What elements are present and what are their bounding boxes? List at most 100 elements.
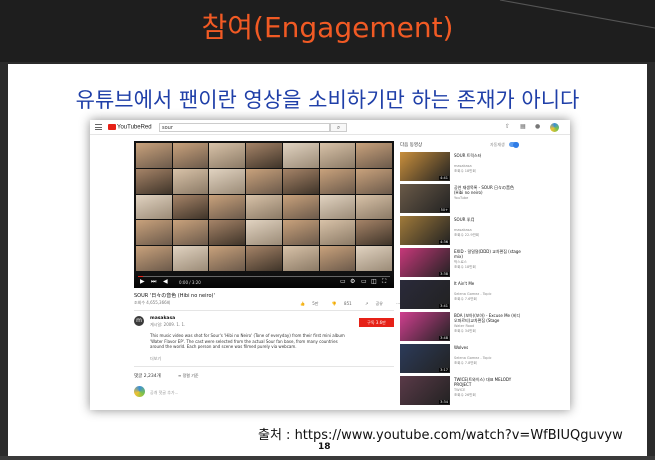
sort-comments-button[interactable]: ≡ 정렬 기준 — [178, 373, 199, 379]
recommended-meta: 박스로스 조회수 18만회 — [454, 260, 524, 269]
autoplay-label: 자동재생 — [490, 142, 505, 147]
youtube-logo[interactable]: YouTubeRed — [108, 124, 152, 132]
recommended-meta: Selena Gomez - Topic 조회수 7.6만회 — [454, 292, 524, 301]
like-button[interactable]: 👍 5만 — [300, 301, 325, 306]
video-thumbnail[interactable]: 3:41 — [400, 280, 450, 309]
like-count: 5만 — [312, 301, 319, 306]
video-duration: 3:41 — [439, 304, 449, 308]
recommended-video[interactable]: 3:48 BOA (보아)(보아) - Excuse Me (비디오파르티)교차편… — [400, 312, 560, 343]
video-thumbnail[interactable]: 50+ — [400, 184, 450, 213]
recommended-title[interactable]: It Ain't Me — [454, 281, 522, 286]
video-actions: 👍 5만 👎 851 ↗ 공유 ··· — [300, 301, 406, 307]
video-duration: 3:17 — [439, 368, 449, 372]
notification-bell-icon[interactable]: ● — [535, 124, 541, 130]
progress-bar[interactable] — [138, 276, 390, 277]
recommended-views: 조회수 18만회 — [454, 168, 476, 173]
comment-count: 댓글 2,234개 — [134, 374, 161, 379]
video-duration: 4:36 — [439, 240, 449, 244]
publish-date: 게시일: 2009. 1. 1. — [150, 322, 186, 327]
channel-name[interactable]: masakasa — [150, 316, 175, 321]
recommended-title[interactable]: EXID - 덜덜덜(DDD) 교차편집 (stage mix) — [454, 249, 522, 259]
slide-subtitle: 유튜브에서 팬이란 영상을 소비하기만 하는 존재가 아니다 — [75, 88, 580, 112]
video-thumbnail[interactable]: 3:34 — [400, 376, 450, 405]
dislike-count: 851 — [344, 301, 352, 306]
share-label: 공유 — [375, 301, 383, 306]
autoplay-toggle[interactable] — [509, 141, 519, 148]
video-thumbnail[interactable]: 3:48 — [400, 312, 450, 341]
youtube-logo-text: YouTubeRed — [117, 124, 152, 131]
recommended-title[interactable]: SOUR 트릭스터 — [454, 153, 522, 158]
recommended-views: 조회수 34만회 — [454, 328, 476, 333]
recommended-views: 조회수 18만회 — [454, 264, 476, 269]
video-duration: 3:34 — [439, 400, 449, 404]
recommended-video[interactable]: 4:36 SOUR 半月 masakasa 조회수 22.9만회 — [400, 216, 560, 247]
search-icon[interactable]: ⌕ — [330, 123, 347, 132]
video-thumbnail[interactable]: 4:36 — [400, 216, 450, 245]
recommended-title[interactable]: 공연 재생목록 - SOUR 日々の音色 (Hibi no neiro) — [454, 185, 522, 195]
apps-icon[interactable]: ▦ — [520, 124, 526, 130]
thumbs-up-icon: 👍 — [300, 301, 305, 306]
recommended-meta: YouTube — [454, 196, 524, 201]
recommended-meta: masakasa 조회수 18만회 — [454, 164, 524, 173]
video-frame-webcam-grid — [136, 143, 392, 271]
channel-avatar[interactable]: m — [134, 316, 144, 326]
video-duration: 3:48 — [439, 336, 449, 340]
video-thumbnail[interactable]: 3:17 — [400, 344, 450, 373]
recommended-views: 조회수 26만회 — [454, 392, 476, 397]
video-player[interactable]: ▶ ⏭ ◀ 0:00 / 3:20 ▭ ⚙ ▭ ◫ ⛶ — [134, 141, 394, 288]
recommended-views: 조회수 22.9만회 — [454, 232, 480, 237]
cast-icon[interactable]: ◫ — [371, 279, 377, 285]
recommended-video[interactable]: 50+ 공연 재생목록 - SOUR 日々の音色 (Hibi no neiro) Y… — [400, 184, 560, 215]
view-count: 조회수 4,655,366회 — [134, 300, 171, 305]
slide-body: 유튜브에서 팬이란 영상을 소비하기만 하는 존재가 아니다 YouTubeRe… — [8, 64, 647, 456]
recommended-video[interactable]: 3:38 EXID - 덜덜덜(DDD) 교차편집 (stage mix) 박스로스… — [400, 248, 560, 279]
recommended-meta: masakasa 조회수 22.9만회 — [454, 228, 524, 237]
theater-mode-icon[interactable]: ▭ — [361, 279, 367, 285]
video-duration: 50+ — [439, 208, 449, 212]
commenter-avatar — [134, 386, 145, 397]
recommended-video[interactable]: 3:34 TWICE(트와이스) 대표 MELODY PROJECT TWICE 조회… — [400, 376, 560, 407]
recommended-title[interactable]: Wolves — [454, 345, 522, 350]
video-title: SOUR '日々の音色 (Hibi no neiro)' — [134, 293, 215, 299]
recommended-video[interactable]: 3:41 It Ain't Me Selena Gomez - Topic 조회수 7… — [400, 280, 560, 311]
recommended-title[interactable]: SOUR 半月 — [454, 217, 522, 222]
recommended-video[interactable]: 4:41 SOUR 트릭스터 masakasa 조회수 18만회 — [400, 152, 560, 183]
video-duration: 3:38 — [439, 272, 449, 276]
upload-icon[interactable]: ⇧ — [505, 124, 511, 130]
next-icon[interactable]: ⏭ — [151, 279, 156, 285]
progress-fill — [138, 276, 144, 277]
hamburger-menu-icon[interactable] — [95, 124, 102, 130]
show-more-link[interactable]: 더보기 — [150, 356, 161, 362]
search-input[interactable]: sour — [159, 123, 330, 132]
video-description: This music video was shot for Sour's 'Hi… — [150, 333, 345, 349]
share-icon: ↗ — [364, 301, 369, 306]
video-thumbnail[interactable]: 3:38 — [400, 248, 450, 277]
recommended-video[interactable]: 3:17 Wolves Selena Gomez - Topic 조회수 7.8만회 — [400, 344, 560, 375]
bottom-edge — [0, 456, 655, 460]
volume-icon[interactable]: ◀ — [163, 279, 168, 285]
time-display: 0:00 / 3:20 — [179, 280, 201, 285]
divider — [134, 366, 394, 367]
fullscreen-icon[interactable]: ⛶ — [382, 279, 386, 285]
divider — [134, 310, 394, 311]
recommended-title[interactable]: BOA (보아)(보아) - Excuse Me (비디오파르티)교차편집 (S… — [454, 313, 522, 323]
dislike-button[interactable]: 👎 851 — [332, 301, 358, 306]
recommended-views: 조회수 7.6만회 — [454, 296, 477, 301]
player-controls: ▶ ⏭ ◀ 0:00 / 3:20 ▭ ⚙ ▭ ◫ ⛶ — [134, 274, 394, 288]
comment-input[interactable]: 공개 댓글 추가... — [150, 390, 178, 396]
youtube-play-icon — [108, 124, 116, 130]
page-number: 18 — [318, 442, 331, 452]
play-icon[interactable]: ▶ — [140, 279, 145, 285]
recommended-title[interactable]: TWICE(트와이스) 대표 MELODY PROJECT — [454, 377, 522, 387]
youtube-screenshot: YouTubeRed sour ⌕ ⇧ ▦ ● ▶ ⏭ ◀ 0:00 / 3:2… — [90, 120, 570, 410]
subscribe-button[interactable]: 구독 3.6만 — [359, 318, 394, 327]
sort-label: 정렬 기준 — [182, 373, 199, 378]
captions-icon[interactable]: ▭ — [340, 279, 346, 285]
account-avatar[interactable] — [550, 123, 559, 132]
share-button[interactable]: ↗ 공유 — [365, 301, 389, 306]
settings-gear-icon[interactable]: ⚙ — [350, 279, 355, 285]
recommended-meta: Selena Gomez - Topic 조회수 7.8만회 — [454, 356, 524, 365]
video-thumbnail[interactable]: 4:41 — [400, 152, 450, 181]
recommended-channel: YouTube — [454, 196, 469, 200]
thumbs-down-icon: 👎 — [331, 301, 337, 306]
